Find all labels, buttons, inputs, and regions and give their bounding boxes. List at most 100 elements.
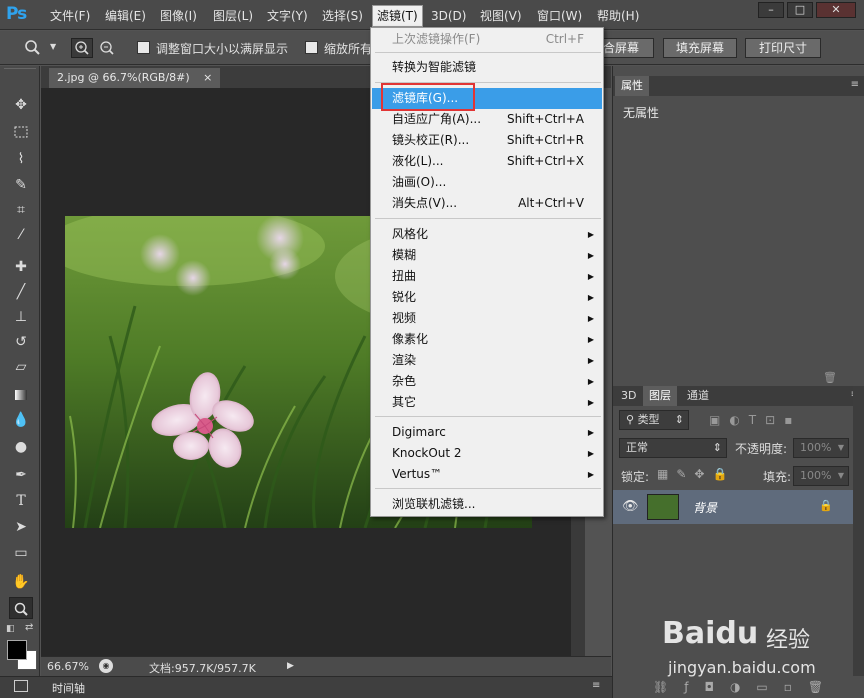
fit-screen-button[interactable]: 合屏幕 xyxy=(596,38,654,58)
zoom-all-windows-checkbox[interactable] xyxy=(305,41,318,54)
fill-input[interactable]: 100% ▼ xyxy=(793,466,849,486)
menu-select[interactable]: 选择(S) xyxy=(318,7,367,25)
menu-item-noise[interactable]: 杂色 ▶ xyxy=(372,371,602,392)
menu-item-adaptive-wide-angle[interactable]: 自适应广角(A)... Shift+Ctrl+A xyxy=(372,109,602,130)
properties-tab[interactable]: 属性 xyxy=(615,76,649,96)
chevron-down-icon: ▼ xyxy=(837,443,844,452)
move-tool-icon[interactable]: ✥ xyxy=(9,94,33,116)
layer-row-background[interactable]: 👁 背景 🔒 xyxy=(613,490,853,524)
quick-selection-tool-icon[interactable]: ✎ xyxy=(9,174,33,196)
lasso-tool-icon[interactable]: ⌇ xyxy=(9,148,33,170)
print-size-button[interactable]: 打印尺寸 xyxy=(745,38,821,58)
type-tool-icon[interactable]: T xyxy=(9,490,33,512)
tool-preset-chevron-down-icon[interactable]: ▼ xyxy=(50,42,56,51)
default-colors-icon[interactable]: ◧ xyxy=(6,624,15,634)
menu-3d[interactable]: 3D(D) xyxy=(427,7,470,25)
clone-stamp-tool-icon[interactable]: ⊥ xyxy=(9,306,33,328)
layers-bottom-toolbar-icons[interactable]: ⛓ƒ◘◑▭▫🗑 xyxy=(653,680,839,694)
tab-3d[interactable]: 3D xyxy=(615,386,642,406)
menu-item-distort[interactable]: 扭曲 ▶ xyxy=(372,266,602,287)
menu-item-filter-gallery[interactable]: 滤镜库(G)... xyxy=(372,88,602,109)
menu-item-stylize[interactable]: 风格化 ▶ xyxy=(372,224,602,245)
menu-image[interactable]: 图像(I) xyxy=(156,7,201,25)
opacity-input[interactable]: 100% ▼ xyxy=(793,438,849,458)
menu-item-sharpen[interactable]: 锐化 ▶ xyxy=(372,287,602,308)
marquee-tool-icon[interactable] xyxy=(9,121,33,143)
menu-item-render[interactable]: 渲染 ▶ xyxy=(372,350,602,371)
pen-tool-icon[interactable]: ✒ xyxy=(9,464,33,486)
zoom-out-icon[interactable] xyxy=(96,38,118,58)
menu-file[interactable]: 文件(F) xyxy=(46,7,94,25)
timeline-menu-icon[interactable]: ≡ xyxy=(592,680,600,691)
menu-help[interactable]: 帮助(H) xyxy=(593,7,643,25)
hand-tool-icon[interactable]: ✋ xyxy=(9,571,33,593)
menu-item-knockout[interactable]: KnockOut 2 ▶ xyxy=(372,443,602,464)
blend-mode-select[interactable]: 正常 ⇕ xyxy=(619,438,727,458)
menu-item-vanishing-point[interactable]: 消失点(V)... Alt+Ctrl+V xyxy=(372,193,602,214)
tab-layers[interactable]: 图层 xyxy=(643,386,677,406)
menu-separator xyxy=(375,52,601,53)
eye-visibility-icon[interactable]: 👁 xyxy=(622,499,639,514)
menu-item-browse-filters-online[interactable]: 浏览联机滤镜... xyxy=(372,494,602,515)
layer-kind-filter-select[interactable]: ⚲ 类型 ⇕ xyxy=(619,410,689,430)
gradient-tool-icon[interactable] xyxy=(9,384,33,406)
right-panel-column: 属性 ≡ 无属性 🗑 3D 图层 通道 ≡ ⚲ 类型 ⇕ ▣◐T⊡▪ 正常 ⇕ 不透… xyxy=(612,66,864,698)
dodge-tool-icon[interactable]: ● xyxy=(9,436,33,458)
menu-item-blur[interactable]: 模糊 ▶ xyxy=(372,245,602,266)
zoom-tool-icon[interactable] xyxy=(24,40,42,56)
menu-item-digimarc[interactable]: Digimarc ▶ xyxy=(372,422,602,443)
zoom-tool-active-icon[interactable] xyxy=(9,597,33,619)
menu-filter[interactable]: 滤镜(T) xyxy=(372,5,423,27)
eraser-tool-icon[interactable]: ▱ xyxy=(9,356,33,378)
close-window-button[interactable]: ✕ xyxy=(816,2,856,18)
properties-trash-icon[interactable]: 🗑 xyxy=(823,371,837,384)
healing-brush-tool-icon[interactable]: ✚ xyxy=(9,256,33,278)
close-tab-icon[interactable]: × xyxy=(203,71,212,84)
menu-item-vertus[interactable]: Vertus™ ▶ xyxy=(372,464,602,485)
layers-panel-header: 3D 图层 通道 ≡ xyxy=(613,386,864,406)
menu-item-oil-paint[interactable]: 油画(O)... xyxy=(372,172,602,193)
layer-filter-icons[interactable]: ▣◐T⊡▪ xyxy=(709,413,801,427)
maximize-button[interactable]: □ xyxy=(787,2,813,18)
timeline-tab[interactable]: 时间轴 xyxy=(52,680,85,696)
eyedropper-tool-icon[interactable]: ⁄ xyxy=(9,224,33,246)
resize-window-checkbox[interactable] xyxy=(137,41,150,54)
menu-item-other[interactable]: 其它 ▶ xyxy=(372,392,602,413)
zoom-in-icon[interactable] xyxy=(71,38,93,58)
rectangle-tool-icon[interactable]: ▭ xyxy=(9,542,33,564)
toolbox-grip[interactable] xyxy=(4,68,36,74)
menu-item-video[interactable]: 视频 ▶ xyxy=(372,308,602,329)
history-brush-tool-icon[interactable]: ↺ xyxy=(9,331,33,353)
menu-separator xyxy=(375,416,601,417)
timeline-panel-icon[interactable] xyxy=(14,680,28,692)
status-menu-arrow-icon[interactable]: ▶ xyxy=(287,661,294,671)
blur-tool-icon[interactable]: 💧 xyxy=(9,409,33,431)
filter-gallery-label: 滤镜库(G)... xyxy=(392,91,459,105)
fill-screen-button[interactable]: 填充屏幕 xyxy=(663,38,737,58)
menu-item-last-filter[interactable]: 上次滤镜操作(F) Ctrl+F xyxy=(372,29,602,50)
menu-item-convert-smart-filter[interactable]: 转换为智能滤镜 xyxy=(372,57,602,78)
crop-tool-icon[interactable]: ⌗ xyxy=(9,199,33,221)
menu-bar: Ps 文件(F) 编辑(E) 图像(I) 图层(L) 文字(Y) 选择(S) 滤… xyxy=(0,0,864,30)
zoom-level[interactable]: 66.67% xyxy=(47,660,89,673)
brush-tool-icon[interactable]: ╱ xyxy=(9,281,33,303)
swap-colors-icon[interactable]: ⇄ xyxy=(25,622,33,633)
tab-channels[interactable]: 通道 xyxy=(681,386,715,406)
menu-item-pixelate[interactable]: 像素化 ▶ xyxy=(372,329,602,350)
menu-item-liquify[interactable]: 液化(L)... Shift+Ctrl+X xyxy=(372,151,602,172)
foreground-color-swatch[interactable] xyxy=(7,640,27,660)
layers-scrollbar[interactable] xyxy=(853,386,864,676)
minimize-button[interactable]: – xyxy=(758,2,784,18)
menu-view[interactable]: 视图(V) xyxy=(476,7,526,25)
lock-options-icons[interactable]: ▦✎✥🔒 xyxy=(657,467,735,481)
menu-type[interactable]: 文字(Y) xyxy=(263,7,312,25)
status-info-icon[interactable]: ◉ xyxy=(99,659,113,673)
menu-edit[interactable]: 编辑(E) xyxy=(101,7,150,25)
properties-menu-icon[interactable]: ≡ xyxy=(851,79,859,90)
path-selection-tool-icon[interactable]: ➤ xyxy=(9,516,33,538)
menu-item-lens-correction[interactable]: 镜头校正(R)... Shift+Ctrl+R xyxy=(372,130,602,151)
document-tab[interactable]: 2.jpg @ 66.7%(RGB/8#) × xyxy=(49,68,221,88)
layer-name[interactable]: 背景 xyxy=(693,499,717,516)
menu-window[interactable]: 窗口(W) xyxy=(533,7,586,25)
menu-layer[interactable]: 图层(L) xyxy=(209,7,257,25)
